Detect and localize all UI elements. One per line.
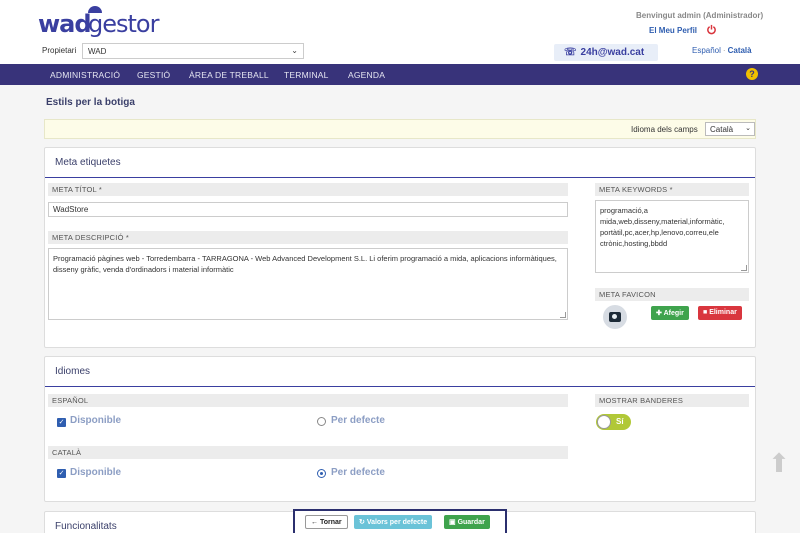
action-bar: ← Tornar ↻ Valors per defecte ▣ Guardar: [293, 509, 507, 533]
show-flags-label: MOSTRAR BANDERES: [595, 394, 749, 407]
resize-handle[interactable]: [741, 265, 747, 271]
save-label: Guardar: [457, 519, 485, 526]
arrow-left-icon: ←: [311, 519, 320, 526]
defaults-label: Valors per defecte: [366, 519, 428, 526]
logo-wad: wad: [38, 10, 92, 38]
panel-header: Meta etiquetes: [45, 148, 755, 178]
back-label: Tornar: [319, 519, 342, 526]
field-language-value: Català: [710, 125, 734, 134]
field-language-bar: Idioma dels camps Català ⌄: [44, 119, 756, 139]
welcome-text: Benvingut admin (Administrador): [636, 11, 764, 20]
lang-ca-label: CATALÀ: [48, 446, 568, 459]
delete-favicon-button[interactable]: ■ Eliminar: [698, 306, 742, 320]
es-default-label: Per defecte: [331, 415, 385, 426]
plus-icon: ✚: [656, 310, 664, 317]
meta-description-input[interactable]: Programació pàgines web - Torredembarra …: [48, 248, 568, 320]
support-email-text: 24h@wad.cat: [580, 47, 645, 58]
delete-favicon-label: Eliminar: [709, 309, 737, 316]
es-default-radio[interactable]: [317, 417, 326, 426]
es-available-label: Disponible: [70, 415, 122, 426]
save-button[interactable]: ▣ Guardar: [444, 515, 490, 529]
separator-dot: ·: [722, 46, 726, 55]
toggle-knob: [597, 415, 611, 429]
panel-title: Funcionalitats: [55, 521, 117, 532]
meta-favicon-label: META FAVICON: [595, 288, 749, 301]
ca-default-radio[interactable]: [317, 469, 326, 478]
es-available-checkbox[interactable]: ✓: [57, 418, 66, 427]
language-switcher: Español · Català: [692, 46, 752, 55]
ca-default-label: Per defecte: [331, 467, 385, 478]
power-icon[interactable]: [706, 24, 717, 35]
nav-item-administracio[interactable]: ADMINISTRACIÓ: [50, 70, 120, 80]
logo-gestor: gestor: [88, 10, 159, 38]
favicon-preview: [603, 305, 627, 329]
field-language-label: Idioma dels camps: [631, 125, 698, 134]
nav-item-gestio[interactable]: GESTIÓ: [137, 70, 170, 80]
refresh-icon: ↻: [359, 519, 367, 526]
camera-icon: [609, 312, 621, 322]
show-flags-toggle[interactable]: Sí: [596, 414, 631, 430]
panel-title: Meta etiquetes: [55, 157, 121, 168]
owner-label: Propietari: [42, 46, 77, 55]
main-nav: ADMINISTRACIÓ GESTIÓ ÀREA DE TREBALL TER…: [0, 64, 800, 85]
nav-item-agenda[interactable]: AGENDA: [348, 70, 385, 80]
resize-handle[interactable]: [560, 312, 566, 318]
chevron-down-icon: ⌄: [745, 125, 751, 132]
panel-title: Idiomes: [55, 366, 91, 377]
owner-select[interactable]: WAD ⌄: [82, 43, 304, 59]
floppy-icon: ▣: [449, 519, 458, 526]
meta-keywords-text: programació,a mida,web,disseny,material,…: [600, 206, 725, 248]
my-profile-link[interactable]: El Meu Perfil: [649, 26, 697, 35]
meta-title-input[interactable]: WadStore: [48, 202, 568, 217]
lang-es-link[interactable]: Español: [692, 46, 721, 55]
field-language-select[interactable]: Català ⌄: [705, 122, 755, 136]
ca-available-label: Disponible: [70, 467, 122, 478]
meta-description-label: META DESCRIPCIÓ *: [48, 231, 568, 244]
nav-item-area-de-treball[interactable]: ÀREA DE TREBALL: [189, 70, 269, 80]
meta-description-text: Programació pàgines web - Torredembarra …: [53, 254, 557, 274]
meta-keywords-input[interactable]: programació,a mida,web,disseny,material,…: [595, 200, 749, 273]
nav-item-terminal[interactable]: TERMINAL: [284, 70, 329, 80]
headset-icon: ☏: [564, 47, 577, 58]
back-button[interactable]: ← Tornar: [305, 515, 348, 529]
lang-ca-link[interactable]: Català: [728, 46, 752, 55]
separator-dot: ·: [694, 26, 697, 35]
meta-keywords-label: META KEYWORDS *: [595, 183, 749, 196]
page-title: Estils per la botiga: [46, 97, 135, 108]
chevron-down-icon: ⌄: [291, 46, 298, 55]
panel-header: Idiomes: [45, 357, 755, 387]
top-header: wad gestor Propietari WAD ⌄ Benvingut ad…: [0, 0, 800, 64]
languages-panel: Idiomes: [44, 356, 756, 502]
meta-title-label: META TÍTOL *: [48, 183, 568, 196]
arrow-up-icon[interactable]: ⬆: [766, 450, 792, 476]
toggle-text: Sí: [616, 417, 624, 426]
add-favicon-label: Afegir: [663, 310, 684, 317]
support-email[interactable]: ☏ 24h@wad.cat: [554, 44, 658, 61]
add-favicon-button[interactable]: ✚ Afegir: [651, 306, 689, 320]
owner-select-value: WAD: [88, 47, 107, 56]
ca-available-checkbox[interactable]: ✓: [57, 469, 66, 478]
defaults-button[interactable]: ↻ Valors per defecte: [354, 515, 433, 529]
lang-es-label: ESPAÑOL: [48, 394, 568, 407]
help-icon[interactable]: ?: [746, 68, 758, 80]
